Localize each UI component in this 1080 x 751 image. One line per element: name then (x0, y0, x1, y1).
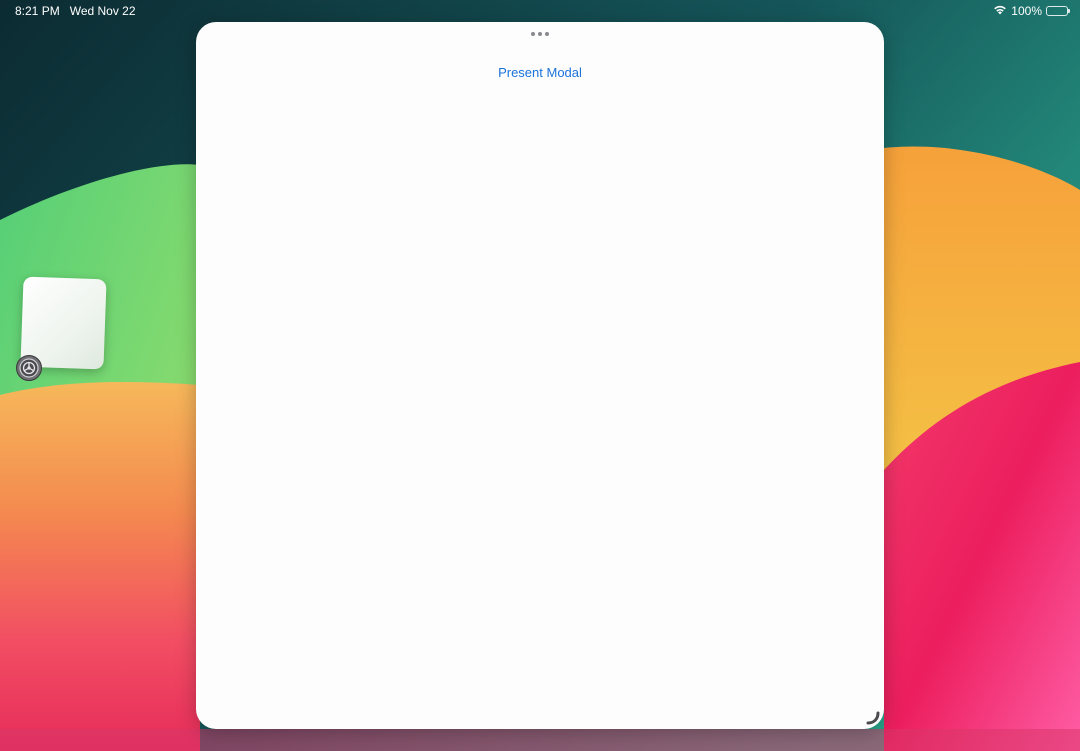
settings-gear-icon[interactable] (16, 355, 42, 381)
ellipsis-icon[interactable] (527, 30, 553, 38)
status-bar-right: 100% (993, 4, 1070, 18)
status-bar: 8:21 PM Wed Nov 22 100% (0, 0, 1080, 22)
wifi-icon (993, 4, 1007, 18)
present-modal-container: Present Modal (196, 64, 884, 82)
present-modal-button[interactable]: Present Modal (498, 65, 582, 80)
battery-full-icon (1046, 6, 1070, 16)
resize-corner-icon[interactable] (865, 710, 881, 726)
status-time: 8:21 PM (15, 4, 60, 18)
battery-percent: 100% (1011, 4, 1042, 18)
status-bar-left: 8:21 PM Wed Nov 22 (15, 4, 136, 18)
app-window: Present Modal (196, 22, 884, 729)
status-date: Wed Nov 22 (69, 4, 136, 18)
